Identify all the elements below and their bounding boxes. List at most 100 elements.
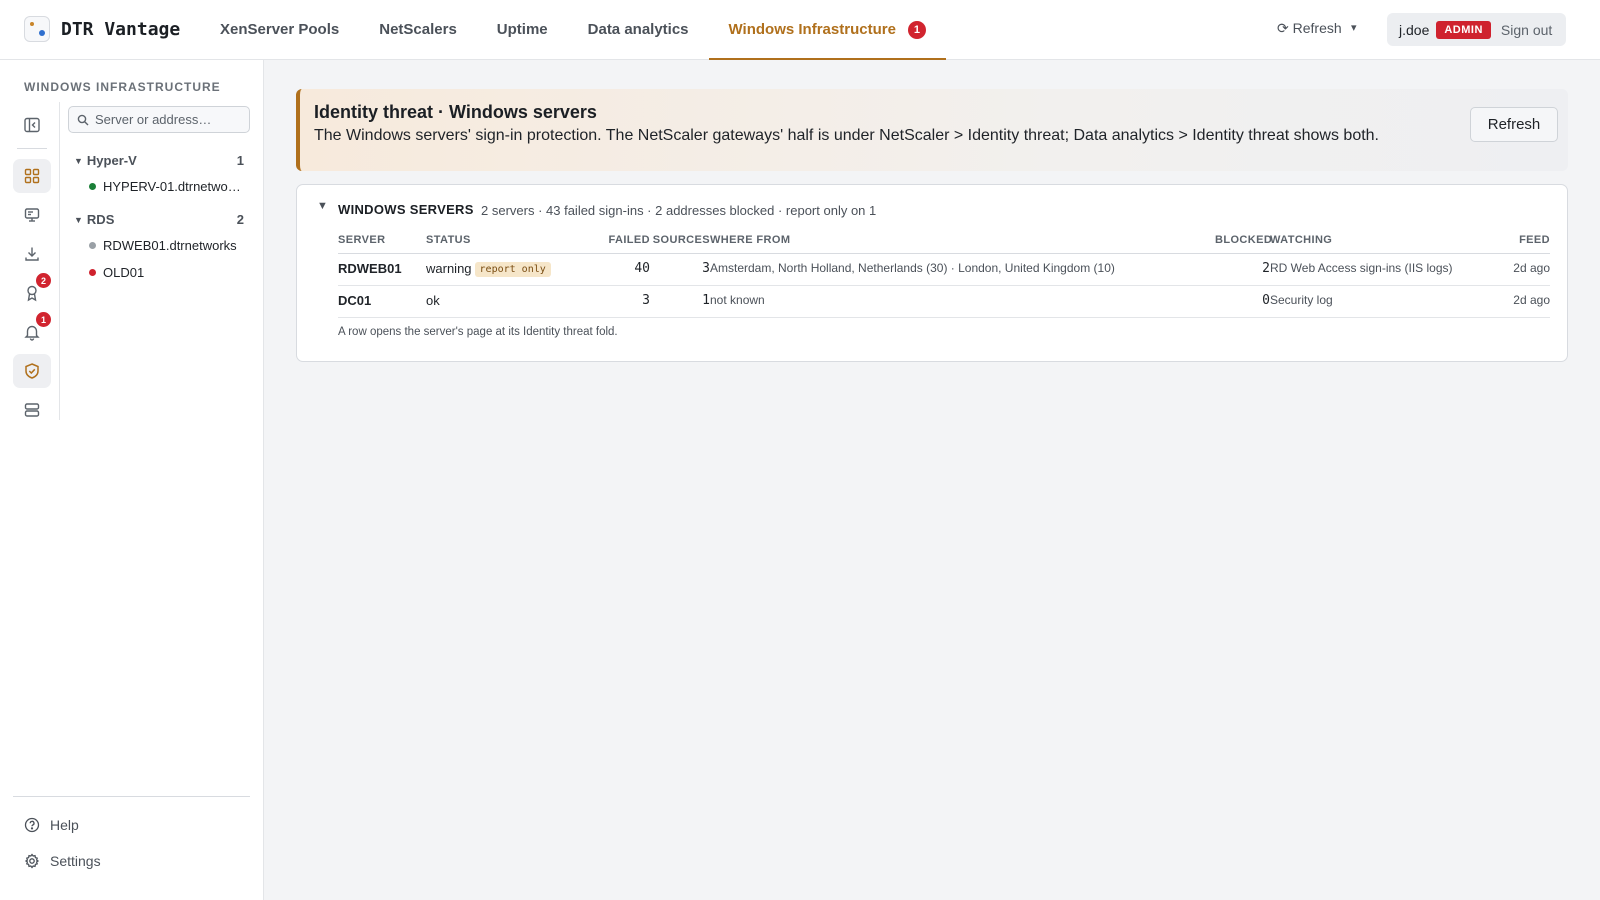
role-badge: ADMIN bbox=[1436, 20, 1491, 39]
tab-alert-badge: 1 bbox=[907, 20, 926, 39]
tab-uptime[interactable]: Uptime bbox=[477, 0, 568, 59]
rail-award-badge: 2 bbox=[36, 273, 51, 288]
sign-out-link[interactable]: Sign out bbox=[1501, 22, 1552, 38]
tab-label: Data analytics bbox=[587, 21, 689, 38]
status-text: warning bbox=[426, 260, 472, 276]
settings-label: Settings bbox=[50, 853, 101, 869]
identity-threat-banner: Identity threat · Windows servers The Wi… bbox=[296, 89, 1568, 171]
banner-refresh-button[interactable]: Refresh bbox=[1470, 107, 1558, 142]
search-icon bbox=[77, 114, 89, 125]
cell-failed: 3 bbox=[598, 285, 650, 318]
host-item[interactable]: OLD01 bbox=[89, 265, 245, 280]
tab-label: NetScalers bbox=[379, 21, 457, 38]
user-menu: j.doe ADMIN Sign out bbox=[1387, 13, 1566, 46]
user-name: j.doe bbox=[1399, 21, 1430, 38]
cell-feed: 2d ago bbox=[1480, 285, 1550, 318]
windows-servers-panel: ▼ WINDOWS SERVERS 2 servers · 43 failed … bbox=[296, 184, 1568, 362]
col-feed: FEED bbox=[1480, 227, 1550, 254]
rail-monitor-button[interactable] bbox=[13, 198, 51, 232]
rail-dashboard-button[interactable] bbox=[13, 159, 51, 193]
tab-netscalers[interactable]: NetScalers bbox=[359, 0, 477, 59]
group-count: 2 bbox=[236, 212, 244, 227]
col-blocked: BLOCKED bbox=[1215, 227, 1272, 254]
group-rds[interactable]: ▼ RDS 2 bbox=[74, 212, 244, 227]
tab-xenserver-pools[interactable]: XenServer Pools bbox=[200, 0, 359, 59]
rail-alerts-button[interactable]: 1 bbox=[13, 312, 51, 349]
tab-windows-infrastructure[interactable]: Windows Infrastructure 1 bbox=[708, 0, 947, 60]
group-count: 1 bbox=[236, 153, 244, 168]
group-hyper-v[interactable]: ▼ Hyper-V 1 bbox=[74, 153, 244, 168]
status-dot-icon bbox=[89, 242, 96, 249]
cell-feed: 2d ago bbox=[1480, 253, 1550, 286]
shield-check-icon bbox=[25, 363, 39, 379]
rail-alerts-badge: 1 bbox=[36, 312, 51, 327]
panel-title: WINDOWS SERVERS bbox=[338, 202, 474, 217]
sidebar-footer-divider bbox=[13, 796, 250, 797]
col-status: STATUS bbox=[426, 227, 598, 254]
tab-label: Windows Infrastructure bbox=[728, 21, 896, 38]
cell-sources: 3 bbox=[650, 253, 710, 286]
monitor-icon bbox=[24, 208, 40, 222]
server-icon bbox=[24, 403, 40, 417]
cell-blocked: 2 bbox=[1215, 253, 1270, 286]
main-nav: XenServer Pools NetScalers Uptime Data a… bbox=[200, 0, 947, 60]
host-item[interactable]: HYPERV-01.dtrnetworks bbox=[89, 179, 245, 194]
rail-download-button[interactable] bbox=[13, 237, 51, 271]
rail-divider bbox=[17, 148, 47, 149]
group-expanded-chevron-icon: ▼ bbox=[74, 214, 83, 225]
collapse-sidebar-icon bbox=[24, 117, 40, 133]
icon-rail: 2 1 bbox=[0, 102, 60, 420]
cell-watching: Security log bbox=[1270, 285, 1480, 318]
cell-blocked: 0 bbox=[1215, 285, 1270, 318]
help-circle-icon bbox=[24, 817, 40, 833]
sidebar-title: WINDOWS INFRASTRUCTURE bbox=[24, 80, 221, 94]
group-name: RDS bbox=[86, 212, 115, 227]
help-link[interactable]: Help bbox=[24, 817, 79, 833]
settings-link[interactable]: Settings bbox=[24, 853, 101, 869]
rail-award-button[interactable]: 2 bbox=[13, 273, 51, 310]
table-row[interactable]: RDWEB01 warning report only 40 3 Amsterda… bbox=[338, 253, 1550, 286]
refresh-button[interactable]: ⟳ Refresh bbox=[1277, 20, 1342, 37]
servers-table: SERVER STATUS FAILED SOURCES WHERE FROM … bbox=[338, 227, 1550, 318]
refresh-options-chevron-icon[interactable]: ▾ bbox=[1351, 21, 1357, 34]
panel-footnote: A row opens the server's page at its Ide… bbox=[338, 326, 618, 338]
server-search-input[interactable] bbox=[95, 112, 245, 127]
sidebar: WINDOWS INFRASTRUCTURE 2 1 Server or add… bbox=[0, 60, 264, 900]
cell-status: warning report only bbox=[426, 253, 598, 286]
table-row[interactable]: DC01 ok 3 1 not known 0 Security log 2d … bbox=[338, 285, 1550, 318]
banner-title: Identity threat · Windows servers bbox=[314, 102, 597, 122]
col-sources: SOURCES bbox=[650, 227, 710, 254]
status-dot-icon bbox=[89, 269, 96, 276]
group-name: Hyper-V bbox=[86, 153, 137, 168]
app-name: DTR Vantage bbox=[61, 19, 181, 40]
tab-data-analytics[interactable]: Data analytics bbox=[568, 0, 709, 59]
cell-where-from: Amsterdam, North Holland, Netherlands (3… bbox=[710, 253, 1215, 286]
tab-label: XenServer Pools bbox=[220, 21, 340, 38]
rail-identity-threat-button[interactable] bbox=[13, 354, 51, 388]
banner-description: The Windows servers' sign-in protection.… bbox=[314, 127, 1379, 144]
top-bar: DTR Vantage XenServer Pools NetScalers U… bbox=[0, 0, 1600, 60]
collapse-sidebar-button[interactable] bbox=[13, 108, 51, 142]
app-logo-icon bbox=[24, 16, 50, 42]
cell-server: RDWEB01 bbox=[338, 253, 426, 286]
dashboard-grid-icon bbox=[24, 168, 40, 184]
tab-label: Uptime bbox=[496, 21, 548, 38]
host-name: RDWEB01.dtrnetworks bbox=[103, 238, 237, 253]
table-header-row: SERVER STATUS FAILED SOURCES WHERE FROM … bbox=[338, 227, 1550, 254]
cell-server: DC01 bbox=[338, 285, 426, 318]
host-name: OLD01 bbox=[103, 265, 145, 280]
status-text: ok bbox=[426, 292, 440, 308]
cell-failed: 40 bbox=[598, 253, 650, 286]
col-failed: FAILED bbox=[598, 227, 650, 254]
col-server: SERVER bbox=[338, 227, 426, 254]
server-search bbox=[68, 106, 250, 133]
cell-sources: 1 bbox=[650, 285, 710, 318]
host-item[interactable]: RDWEB01.dtrnetworks bbox=[89, 238, 245, 253]
col-watching: WATCHING bbox=[1270, 227, 1480, 254]
panel-summary: 2 servers · 43 failed sign-ins · 2 addre… bbox=[481, 203, 877, 218]
panel-collapse-chevron-icon[interactable]: ▼ bbox=[317, 200, 328, 212]
col-where-from: WHERE FROM bbox=[710, 227, 1215, 254]
rail-servers-button[interactable] bbox=[13, 393, 51, 427]
group-expanded-chevron-icon: ▼ bbox=[74, 155, 83, 166]
cell-where-from: not known bbox=[710, 285, 1215, 318]
